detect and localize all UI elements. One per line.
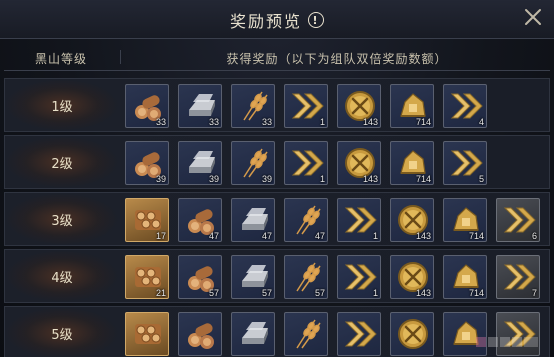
wood-logs-icon	[188, 323, 214, 349]
level-label: 4级	[5, 250, 119, 302]
item-count: 33	[155, 117, 166, 127]
item-count: 7	[531, 288, 537, 298]
reward-item[interactable]: 21	[125, 255, 169, 299]
table-row: 3级 17 47 47 47 1 143 714 6	[4, 192, 550, 246]
reward-item[interactable]	[231, 312, 275, 356]
item-count: 1	[319, 174, 325, 184]
level-label: 5级	[5, 307, 119, 357]
table-header: 黑山等级 获得奖励（以下为组队双倍奖励数额）	[4, 44, 550, 71]
item-count: 5	[478, 174, 484, 184]
item-count: 17	[155, 231, 166, 241]
reward-item[interactable]: 1	[284, 141, 328, 185]
item-count: 714	[468, 288, 484, 298]
reward-item[interactable]: 5	[443, 141, 487, 185]
reward-item[interactable]: 1	[337, 255, 381, 299]
close-icon	[525, 9, 541, 25]
reward-item[interactable]: 4	[443, 84, 487, 128]
reward-item[interactable]: 39	[178, 141, 222, 185]
reward-item[interactable]: 39	[125, 141, 169, 185]
reward-preview-dialog: 奖励预览 ! 黑山等级 获得奖励（以下为组队双倍奖励数额） 1级 33 33 33 1 1…	[0, 0, 554, 357]
item-count: 57	[261, 288, 272, 298]
reward-item[interactable]: 47	[178, 198, 222, 242]
reward-item-list: 17 47 47 47 1 143 714 6	[125, 198, 540, 242]
reward-item[interactable]: 714	[443, 255, 487, 299]
reward-item[interactable]: 1	[337, 198, 381, 242]
level-label: 1级	[5, 79, 119, 131]
reward-item[interactable]: 39	[231, 141, 275, 185]
header-reward: 获得奖励（以下为组队双倍奖励数额）	[226, 52, 448, 66]
reward-item[interactable]	[390, 312, 434, 356]
reward-item[interactable]: 143	[337, 84, 381, 128]
reward-item[interactable]: 714	[443, 198, 487, 242]
item-count: 4	[478, 117, 484, 127]
reward-item[interactable]	[125, 312, 169, 356]
dialog-title: 奖励预览	[229, 12, 302, 31]
header-level: 黑山等级	[34, 52, 87, 66]
reward-item[interactable]: 57	[178, 255, 222, 299]
item-count: 47	[314, 231, 325, 241]
level-label: 2级	[5, 136, 119, 188]
item-count: 57	[208, 288, 219, 298]
reward-item[interactable]: 33	[125, 84, 169, 128]
item-count: 1	[372, 288, 378, 298]
dialog-title-bar: 奖励预览 !	[0, 0, 554, 39]
reward-item[interactable]: 47	[284, 198, 328, 242]
reward-item[interactable]: 33	[231, 84, 275, 128]
crossed-swords-coin-icon	[398, 319, 428, 349]
reward-item[interactable]: 143	[390, 198, 434, 242]
reward-item[interactable]: 143	[390, 255, 434, 299]
reward-item[interactable]: 1	[284, 84, 328, 128]
timber-bundle-icon	[135, 324, 161, 344]
reward-item[interactable]: 57	[231, 255, 275, 299]
reward-item-list: 39 39 39 1 143 714 5	[125, 141, 487, 185]
header-divider	[120, 50, 121, 64]
iron-ingot-icon	[242, 322, 268, 344]
reward-item[interactable]	[178, 312, 222, 356]
info-icon[interactable]: !	[308, 12, 324, 28]
item-count: 714	[415, 117, 431, 127]
item-count: 143	[415, 288, 431, 298]
reward-item[interactable]: 6	[496, 198, 540, 242]
close-button[interactable]	[520, 4, 546, 30]
reward-item[interactable]: 143	[337, 141, 381, 185]
item-count: 21	[155, 288, 166, 298]
reward-item[interactable]: 57	[284, 255, 328, 299]
reward-item-list: 33 33 33 1 143 714 4	[125, 84, 487, 128]
item-count: 143	[362, 174, 378, 184]
item-count: 143	[362, 117, 378, 127]
watermark	[476, 337, 538, 347]
reward-item[interactable]: 7	[496, 255, 540, 299]
item-count: 47	[208, 231, 219, 241]
speed-chevron-icon	[344, 321, 377, 347]
item-count: 39	[208, 174, 219, 184]
reward-item[interactable]: 714	[390, 84, 434, 128]
item-count: 1	[372, 231, 378, 241]
reward-item[interactable]	[284, 312, 328, 356]
reward-item[interactable]: 714	[390, 141, 434, 185]
reward-item[interactable]: 33	[178, 84, 222, 128]
reward-item-list: 21 57 57 57 1 143 714 7	[125, 255, 540, 299]
item-count: 6	[531, 231, 537, 241]
level-label: 3级	[5, 193, 119, 245]
reward-item[interactable]: 47	[231, 198, 275, 242]
item-count: 714	[468, 231, 484, 241]
item-count: 143	[415, 231, 431, 241]
item-count: 47	[261, 231, 272, 241]
item-count: 57	[314, 288, 325, 298]
item-count: 33	[261, 117, 272, 127]
table-row: 1级 33 33 33 1 143 714 4	[4, 78, 550, 132]
item-count: 39	[261, 174, 272, 184]
table-row: 4级 21 57 57 57 1 143 714 7	[4, 249, 550, 303]
table-row: 2级 39 39 39 1 143 714 5	[4, 135, 550, 189]
wheat-icon	[296, 319, 321, 349]
table-row: 5级	[4, 306, 550, 357]
item-count: 39	[155, 174, 166, 184]
item-count: 1	[319, 117, 325, 127]
reward-item[interactable]	[337, 312, 381, 356]
item-count: 714	[415, 174, 431, 184]
reward-item[interactable]: 17	[125, 198, 169, 242]
item-count: 33	[208, 117, 219, 127]
